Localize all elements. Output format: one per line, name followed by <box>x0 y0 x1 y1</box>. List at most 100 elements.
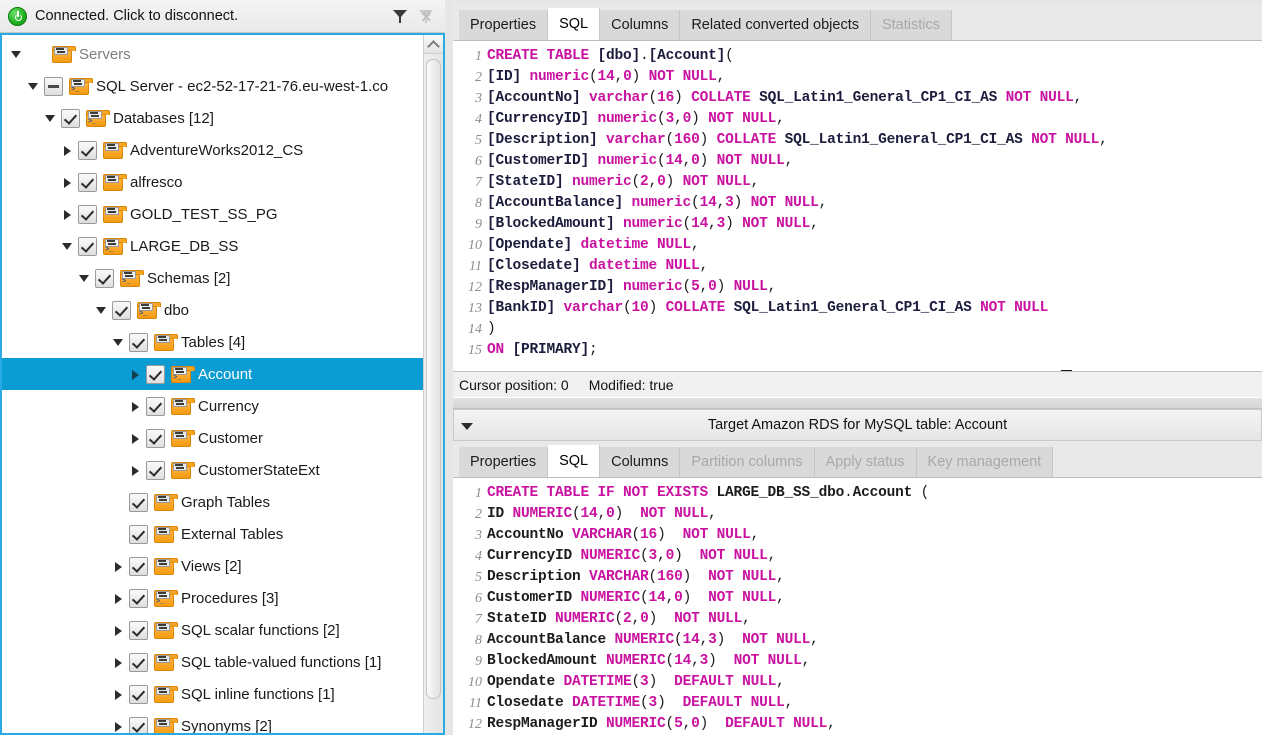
database-icon: >_ <box>120 270 140 287</box>
tree-node-checkbox[interactable] <box>129 557 148 576</box>
chevron-right-icon[interactable] <box>59 206 75 222</box>
source-code-line: ) <box>487 319 1262 340</box>
power-icon[interactable] <box>8 7 27 26</box>
scrollbar-thumb[interactable] <box>426 59 441 699</box>
chevron-right-icon[interactable] <box>127 398 143 414</box>
tree-scrollbar[interactable] <box>423 35 443 733</box>
tree-node-checkbox[interactable] <box>78 237 97 256</box>
tree-node-schemas-2[interactable]: >_Schemas [2] <box>2 262 423 294</box>
tree-node-label: CustomerStateExt <box>198 463 320 478</box>
chevron-down-icon[interactable] <box>25 78 41 94</box>
chevron-right-icon[interactable] <box>110 718 126 733</box>
tree-node-checkbox[interactable] <box>129 653 148 672</box>
tree-node-checkbox[interactable] <box>78 173 97 192</box>
tree-node-checkbox[interactable] <box>129 685 148 704</box>
target-tab-columns[interactable]: Columns <box>600 447 680 477</box>
target-tabbar[interactable]: PropertiesSQLColumnsPartition columnsApp… <box>453 441 1262 477</box>
source-tab-properties[interactable]: Properties <box>459 10 548 40</box>
source-tabbar[interactable]: PropertiesSQLColumnsRelated converted ob… <box>453 4 1262 40</box>
connection-status-label[interactable]: Connected. Click to disconnect. <box>35 8 387 24</box>
pane-splitter[interactable] <box>453 397 1262 409</box>
tree-node-checkbox[interactable] <box>78 205 97 224</box>
tree-node-checkbox[interactable] <box>78 141 97 160</box>
tree-node-checkbox[interactable] <box>146 461 165 480</box>
tree-node-customerstateext[interactable]: CustomerStateExt <box>2 454 423 486</box>
tree-node-checkbox[interactable] <box>146 429 165 448</box>
chevron-right-icon[interactable] <box>127 430 143 446</box>
tree-node-adventureworks2012-cs[interactable]: AdventureWorks2012_CS <box>2 134 423 166</box>
chevron-right-icon[interactable] <box>110 590 126 606</box>
connection-bar: Connected. Click to disconnect. ✕ <box>0 0 445 33</box>
target-pane-header[interactable]: Target Amazon RDS for MySQL table: Accou… <box>453 409 1262 441</box>
tree-node-synonyms-2[interactable]: Synonyms [2] <box>2 710 423 733</box>
tree-node-views-2[interactable]: Views [2] <box>2 550 423 582</box>
tree-node-checkbox[interactable] <box>146 397 165 416</box>
chevron-down-icon[interactable] <box>8 46 24 62</box>
line-number: 6 <box>453 588 487 609</box>
tree-node-databases-12[interactable]: >_Databases [12] <box>2 102 423 134</box>
tree-node-checkbox[interactable] <box>129 333 148 352</box>
chevron-right-icon[interactable] <box>110 622 126 638</box>
tree-node-checkbox[interactable] <box>129 717 148 734</box>
target-sql-editor[interactable]: 123456789101112 CREATE TABLE IF NOT EXIS… <box>453 477 1262 735</box>
tree-node-checkbox[interactable] <box>129 621 148 640</box>
line-number: 7 <box>453 172 487 193</box>
target-code-line: CREATE TABLE IF NOT EXISTS LARGE_DB_SS_d… <box>487 483 1262 504</box>
tree-node-procedures-3[interactable]: >_Procedures [3] <box>2 582 423 614</box>
chevron-right-icon[interactable] <box>110 654 126 670</box>
tree-node-checkbox[interactable] <box>129 589 148 608</box>
tree-node-checkbox[interactable] <box>112 301 131 320</box>
chevron-down-icon[interactable] <box>110 334 126 350</box>
tree-node-currency[interactable]: Currency <box>2 390 423 422</box>
tree-node-large-db-ss[interactable]: >_LARGE_DB_SS <box>2 230 423 262</box>
tree-node-sql-scalar-functions-2[interactable]: SQL scalar functions [2] <box>2 614 423 646</box>
tree-node-alfresco[interactable]: alfresco <box>2 166 423 198</box>
tree-node-checkbox[interactable] <box>61 109 80 128</box>
target-code-text[interactable]: CREATE TABLE IF NOT EXISTS LARGE_DB_SS_d… <box>487 478 1262 735</box>
clear-filter-button[interactable]: ✕ <box>413 3 439 29</box>
tree-node-sql-inline-functions-1[interactable]: SQL inline functions [1] <box>2 678 423 710</box>
chevron-down-icon[interactable] <box>59 238 75 254</box>
chevron-down-icon[interactable] <box>93 302 109 318</box>
object-tree[interactable]: Servers>_SQL Server - ec2-52-17-21-76.eu… <box>2 35 423 733</box>
target-tab-sql[interactable]: SQL <box>548 445 600 477</box>
tree-node-gold-test-ss-pg[interactable]: GOLD_TEST_SS_PG <box>2 198 423 230</box>
source-tab-related-converted-objects[interactable]: Related converted objects <box>680 10 871 40</box>
tree-node-sql-table-valued-functions-1[interactable]: SQL table-valued functions [1] <box>2 646 423 678</box>
tree-node-tables-4[interactable]: Tables [4] <box>2 326 423 358</box>
tree-node-checkbox[interactable] <box>129 493 148 512</box>
tree-node-checkbox[interactable] <box>95 269 114 288</box>
chevron-right-icon[interactable] <box>127 366 143 382</box>
chevron-right-icon[interactable] <box>110 558 126 574</box>
tree-node-servers[interactable]: Servers <box>2 38 423 70</box>
source-tree-panel: Connected. Click to disconnect. ✕ Server… <box>0 0 445 735</box>
tree-node-label: dbo <box>164 303 189 318</box>
tree-node-sql-server-ec2-52-17-21-76-eu-west-1-co[interactable]: >_SQL Server - ec2-52-17-21-76.eu-west-1… <box>2 70 423 102</box>
source-tab-columns[interactable]: Columns <box>600 10 680 40</box>
tree-node-dbo[interactable]: >_dbo <box>2 294 423 326</box>
line-number: 9 <box>453 214 487 235</box>
source-tab-sql[interactable]: SQL <box>548 8 600 40</box>
chevron-right-icon[interactable] <box>127 462 143 478</box>
chevron-down-icon[interactable] <box>76 270 92 286</box>
database-icon: >_ <box>86 110 106 127</box>
source-code-text[interactable]: CREATE TABLE [dbo].[Account]([ID] numeri… <box>487 41 1262 371</box>
tree-node-checkbox[interactable] <box>44 77 63 96</box>
chevron-down-icon[interactable] <box>42 110 58 126</box>
source-sql-editor[interactable]: 123456789101112131415 CREATE TABLE [dbo]… <box>453 40 1262 371</box>
tree-node-customer[interactable]: Customer <box>2 422 423 454</box>
tree-node-label: Procedures [3] <box>181 591 279 606</box>
filter-button[interactable] <box>387 3 413 29</box>
tree-node-checkbox[interactable] <box>146 365 165 384</box>
line-number: 8 <box>453 193 487 214</box>
tree-node-account[interactable]: >_Account <box>2 358 423 390</box>
collapse-triangle-icon[interactable] <box>454 410 480 440</box>
chevron-right-icon[interactable] <box>59 174 75 190</box>
scroll-up-button[interactable] <box>424 35 443 54</box>
target-tab-properties[interactable]: Properties <box>459 447 548 477</box>
tree-node-checkbox[interactable] <box>129 525 148 544</box>
chevron-right-icon[interactable] <box>110 686 126 702</box>
tree-node-graph-tables[interactable]: Graph Tables <box>2 486 423 518</box>
tree-node-external-tables[interactable]: External Tables <box>2 518 423 550</box>
chevron-right-icon[interactable] <box>59 142 75 158</box>
